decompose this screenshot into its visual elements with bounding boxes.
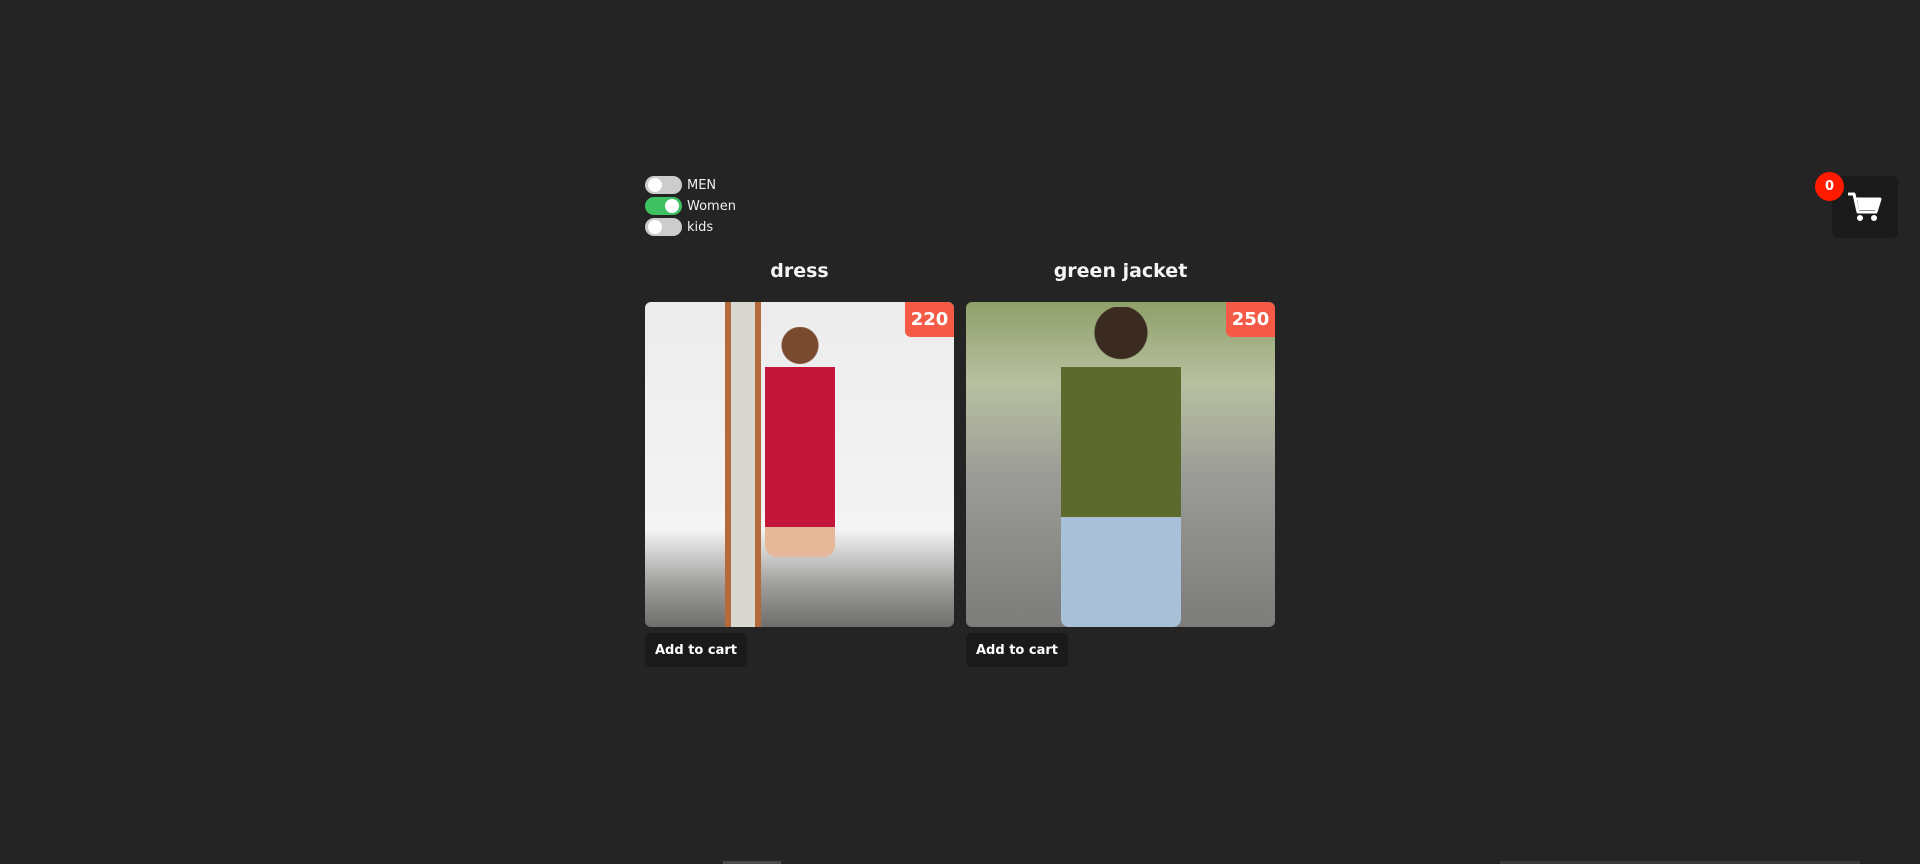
filter-label-women: Women	[687, 198, 736, 214]
model-figure	[765, 327, 835, 557]
product-image	[645, 302, 954, 627]
toggle-knob	[648, 220, 662, 234]
filter-men[interactable]: MEN	[645, 176, 736, 194]
product-image-box: 220	[645, 302, 954, 627]
model-figure	[1061, 307, 1181, 627]
filter-label-men: MEN	[687, 177, 717, 193]
product-title: dress	[770, 260, 829, 282]
product-card-green-jacket: green jacket 250 Add to cart	[966, 256, 1275, 667]
price-badge: 250	[1226, 302, 1275, 337]
toggle-switch-kids[interactable]	[645, 218, 682, 236]
product-image	[966, 302, 1275, 627]
price-badge: 220	[905, 302, 954, 337]
cart-count-badge: 0	[1815, 172, 1844, 201]
product-card-dress: dress 220 Add to cart	[645, 256, 954, 667]
product-image-box: 250	[966, 302, 1275, 627]
add-to-cart-button[interactable]: Add to cart	[966, 633, 1068, 667]
add-to-cart-button[interactable]: Add to cart	[645, 633, 747, 667]
shopping-cart-icon	[1848, 192, 1882, 221]
product-title: green jacket	[1053, 260, 1188, 282]
toggle-switch-men[interactable]	[645, 176, 682, 194]
filter-women[interactable]: Women	[645, 197, 736, 215]
toggle-switch-women[interactable]	[645, 197, 682, 215]
filter-label-kids: kids	[687, 219, 714, 235]
category-filters: MEN Women kids	[645, 176, 736, 236]
toggle-knob	[648, 178, 662, 192]
toggle-knob	[665, 199, 679, 213]
filter-kids[interactable]: kids	[645, 218, 736, 236]
